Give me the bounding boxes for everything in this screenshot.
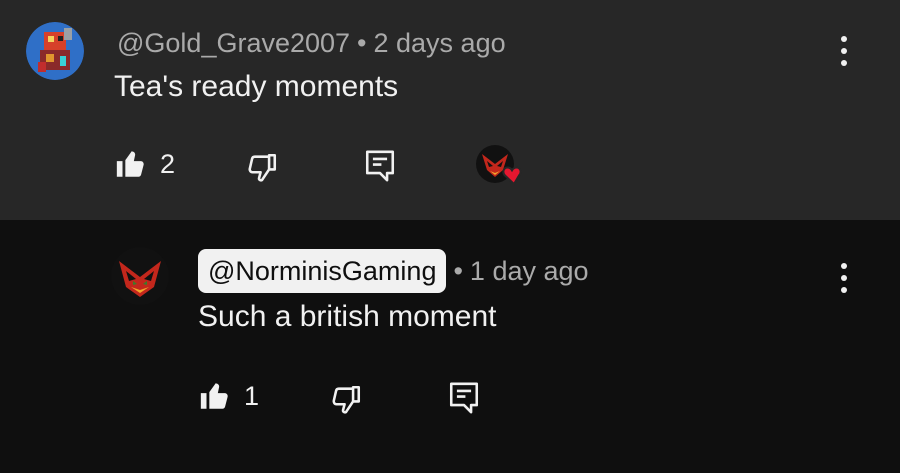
avatar[interactable] — [111, 247, 169, 305]
comment-thread-reply: @NorminisGaming • 1 day ago Such a briti… — [0, 220, 900, 473]
author-handle-badge[interactable]: @NorminisGaming — [198, 249, 447, 293]
meta-separator: • — [357, 27, 367, 58]
comment-meta: @NorminisGaming • 1 day ago — [198, 249, 589, 293]
dislike-button[interactable] — [329, 380, 363, 420]
meta-separator: • — [453, 255, 463, 286]
timestamp[interactable]: 2 days ago — [374, 28, 506, 59]
reply-comment-icon — [365, 150, 395, 182]
comment-meta: @Gold_Grave2007 • 2 days ago — [117, 26, 506, 60]
like-button[interactable]: 2 — [114, 144, 175, 184]
comment-thread-parent: @Gold_Grave2007 • 2 days ago Tea's ready… — [0, 0, 900, 220]
avatar-image — [26, 22, 84, 80]
reply-comment-icon — [449, 382, 479, 414]
like-count: 2 — [160, 148, 176, 179]
timestamp[interactable]: 1 day ago — [470, 256, 589, 287]
creator-avatar-heart-icon — [476, 145, 522, 186]
reply-button[interactable] — [447, 378, 481, 418]
reply-button[interactable] — [363, 146, 397, 186]
dislike-button[interactable] — [245, 148, 279, 188]
avatar[interactable] — [26, 22, 84, 80]
avatar-image — [111, 247, 169, 305]
comment-text: Such a british moment — [198, 300, 497, 333]
thumbs-up-icon — [200, 383, 228, 409]
thumbs-up-icon — [116, 151, 144, 177]
creator-heart-badge — [476, 144, 528, 188]
like-button[interactable]: 1 — [198, 376, 259, 416]
comment-text: Tea's ready moments — [114, 70, 399, 103]
thumbs-down-icon — [248, 153, 277, 182]
thumbs-down-icon — [332, 385, 361, 414]
more-vertical-icon[interactable] — [839, 36, 849, 66]
more-vertical-icon[interactable] — [839, 263, 849, 293]
like-count: 1 — [244, 380, 260, 411]
author-handle[interactable]: @Gold_Grave2007 — [117, 28, 350, 59]
